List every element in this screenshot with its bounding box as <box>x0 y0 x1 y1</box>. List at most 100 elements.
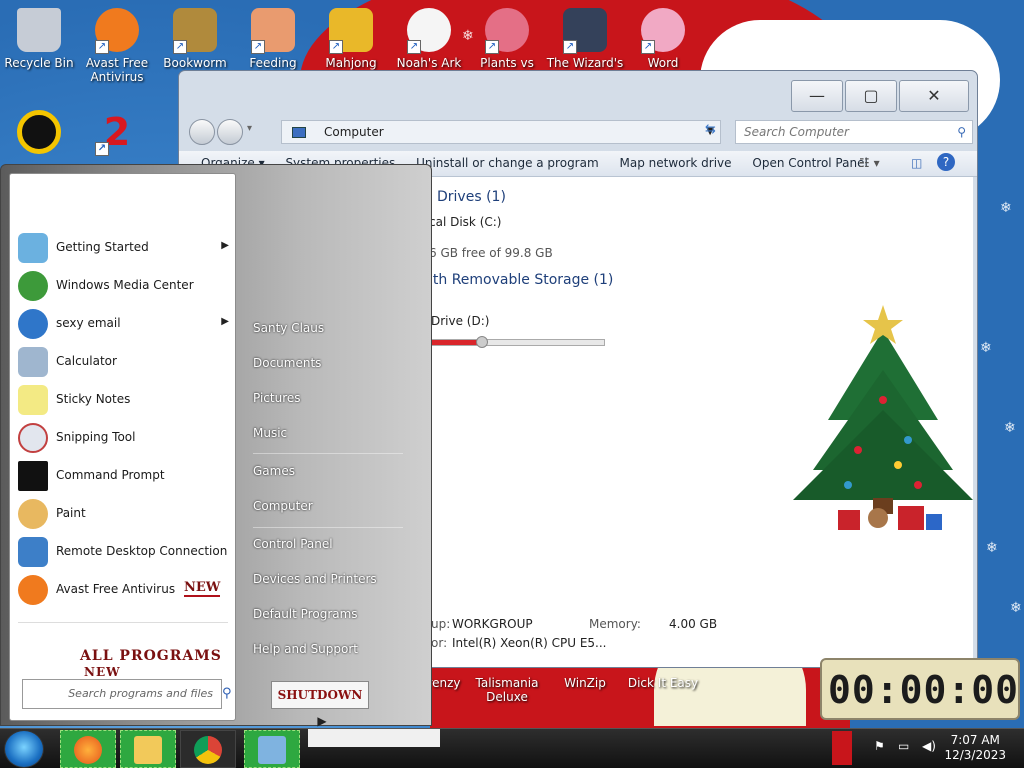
start-item-label: Snipping Tool <box>56 430 136 444</box>
start-place-user[interactable]: Santy Claus <box>253 321 324 335</box>
start-item-sticky-notes[interactable]: Sticky Notes <box>18 382 233 418</box>
submenu-arrow-icon[interactable]: ▶ <box>221 240 229 251</box>
desktop-icon-bookworm[interactable]: ↗ Bookworm <box>156 8 234 70</box>
removable-storage-header[interactable]: ith Removable Storage (1) <box>429 272 613 288</box>
desktop-icon-feeding[interactable]: ↗ Feeding <box>234 8 312 70</box>
start-item-calculator[interactable]: Calculator <box>18 344 233 380</box>
firefox-icon <box>74 736 102 764</box>
desktop-icon-talismania[interactable]: Talismania Deluxe <box>468 676 546 704</box>
start-search-placeholder: Search programs and files <box>68 687 213 700</box>
hard-disk-drives-header[interactable]: Drives (1) <box>437 189 506 205</box>
paint-palette-icon <box>18 499 48 529</box>
forward-button[interactable] <box>217 119 243 145</box>
divider <box>18 622 228 623</box>
preview-pane-icon[interactable]: ◫ <box>911 151 922 175</box>
volume-icon[interactable]: ◀) <box>922 739 936 753</box>
shutdown-button[interactable]: SHUTDOWN ▶ <box>271 681 369 728</box>
start-item-label: Paint <box>56 506 86 520</box>
network-tray-icon[interactable]: ▭ <box>898 739 909 753</box>
taskbar-chrome[interactable] <box>180 730 236 768</box>
desktop-icon-unnamed-1[interactable] <box>0 110 78 158</box>
processor-value: Intel(R) Xeon(R) CPU E5... <box>452 636 607 650</box>
search-input[interactable]: Search Computer ⚲ <box>735 120 973 144</box>
shutdown-label: SHUTDOWN <box>277 688 363 702</box>
start-item-avast[interactable]: Avast Free Antivirus NEW <box>18 572 233 608</box>
recent-pages-icon[interactable]: ▾ <box>247 123 252 134</box>
open-control-panel-button[interactable]: Open Control Panel <box>752 151 867 175</box>
minimize-button[interactable]: — <box>791 80 843 112</box>
desktop-icon-noahs-ark[interactable]: ↗ Noah's Ark <box>390 8 468 70</box>
start-button[interactable] <box>4 730 44 768</box>
taskbar-firefox[interactable] <box>60 730 116 768</box>
desktop-icon-label: Recycle Bin <box>4 56 74 70</box>
desktop-icon-avast[interactable]: ↗ Avast Free Antivirus <box>78 8 156 84</box>
new-badge: NEW <box>184 580 221 597</box>
start-place-control-panel[interactable]: Control Panel <box>253 537 333 551</box>
back-button[interactable] <box>189 119 215 145</box>
media-center-icon <box>18 271 48 301</box>
submenu-arrow-icon[interactable]: ▶ <box>221 316 229 327</box>
desktop-icon-dick-it-easy[interactable]: Dick It Easy <box>624 676 702 690</box>
avast-icon: ↗ <box>95 8 139 54</box>
avast-icon <box>18 575 48 605</box>
all-programs-button[interactable]: ALL PROGRAMS NEW <box>80 648 235 681</box>
desktop-icon-wizards[interactable]: ↗ The Wizard's <box>546 8 624 70</box>
start-search-icon[interactable]: ⚲ <box>222 686 232 701</box>
local-disk-label[interactable]: cal Disk (C:) <box>429 215 501 229</box>
snowflake-icon: ❄ <box>980 340 992 356</box>
snowflake-icon: ❄ <box>986 540 998 556</box>
start-place-devices-printers[interactable]: Devices and Printers <box>253 572 377 586</box>
start-item-label: Command Prompt <box>56 468 165 482</box>
close-button[interactable]: ✕ <box>899 80 969 112</box>
start-item-label: Getting Started <box>56 240 149 254</box>
address-text: Computer <box>324 125 384 139</box>
start-place-default-programs[interactable]: Default Programs <box>253 607 358 621</box>
computer-icon <box>292 127 306 138</box>
taskbar-clock[interactable]: 7:07 AM 12/3/2023 <box>944 733 1006 763</box>
search-placeholder: Search Computer <box>744 125 849 139</box>
refresh-icon[interactable]: ⇆ <box>705 122 716 137</box>
app-icon <box>17 110 61 154</box>
remote-desktop-icon <box>18 537 48 567</box>
start-search-input[interactable]: Search programs and files <box>22 679 222 709</box>
desktop-icon-mahjong[interactable]: ↗ Mahjong <box>312 8 390 70</box>
shutdown-arrow-icon[interactable]: ▶ <box>317 714 326 728</box>
desktop-icon-unnamed-2[interactable]: 2 ↗ <box>78 110 156 158</box>
desktop-icon-word[interactable]: ↗ Word <box>624 8 702 70</box>
address-bar[interactable]: Computer ▼ <box>281 120 721 144</box>
start-item-media-center[interactable]: Windows Media Center <box>18 268 233 304</box>
uninstall-program-button[interactable]: Uninstall or change a program <box>416 151 599 175</box>
dvd-drive-label[interactable]: Drive (D:) <box>431 314 489 328</box>
start-place-help-support[interactable]: Help and Support <box>253 642 358 656</box>
desktop-icon-winzip[interactable]: WinZip <box>546 676 624 690</box>
map-network-drive-button[interactable]: Map network drive <box>619 151 731 175</box>
start-item-paint[interactable]: Paint <box>18 496 233 532</box>
clock-gadget[interactable]: 00:00:00 <box>820 658 1020 720</box>
desktop-icon-recycle-bin[interactable]: Recycle Bin <box>0 8 78 70</box>
start-place-music[interactable]: Music <box>253 426 287 440</box>
thunderbird-icon <box>18 309 48 339</box>
start-item-snipping-tool[interactable]: Snipping Tool <box>18 420 233 456</box>
start-place-pictures[interactable]: Pictures <box>253 391 301 405</box>
start-item-sexy-email[interactable]: sexy email ▶ <box>18 306 233 342</box>
start-item-getting-started[interactable]: Getting Started ▶ <box>18 230 233 266</box>
start-item-remote-desktop[interactable]: Remote Desktop Connection <box>18 534 233 570</box>
christmas-tree-image <box>793 305 973 530</box>
help-icon[interactable]: ? <box>937 153 955 171</box>
maximize-button[interactable]: ▢ <box>845 80 897 112</box>
taskbar-explorer[interactable] <box>120 730 176 768</box>
search-icon[interactable]: ⚲ <box>957 121 966 143</box>
start-place-documents[interactable]: Documents <box>253 356 321 370</box>
memory-value: 4.00 GB <box>669 617 718 631</box>
view-options-icon[interactable]: ☷ ▾ <box>859 151 880 175</box>
taskbar-network[interactable] <box>244 730 300 768</box>
desktop-icon-plants-vs[interactable]: ↗ Plants vs <box>468 8 546 70</box>
show-hidden-icons[interactable] <box>832 731 852 765</box>
start-place-games[interactable]: Games <box>253 464 295 478</box>
action-center-icon[interactable]: ⚑ <box>874 739 885 753</box>
start-place-computer[interactable]: Computer <box>253 499 313 513</box>
start-item-command-prompt[interactable]: Command Prompt <box>18 458 233 494</box>
feeding-game-icon: ↗ <box>251 8 295 54</box>
desktop-icon-label: Avast Free Antivirus <box>85 56 149 84</box>
snowflake-icon: ❄ <box>1010 600 1022 616</box>
